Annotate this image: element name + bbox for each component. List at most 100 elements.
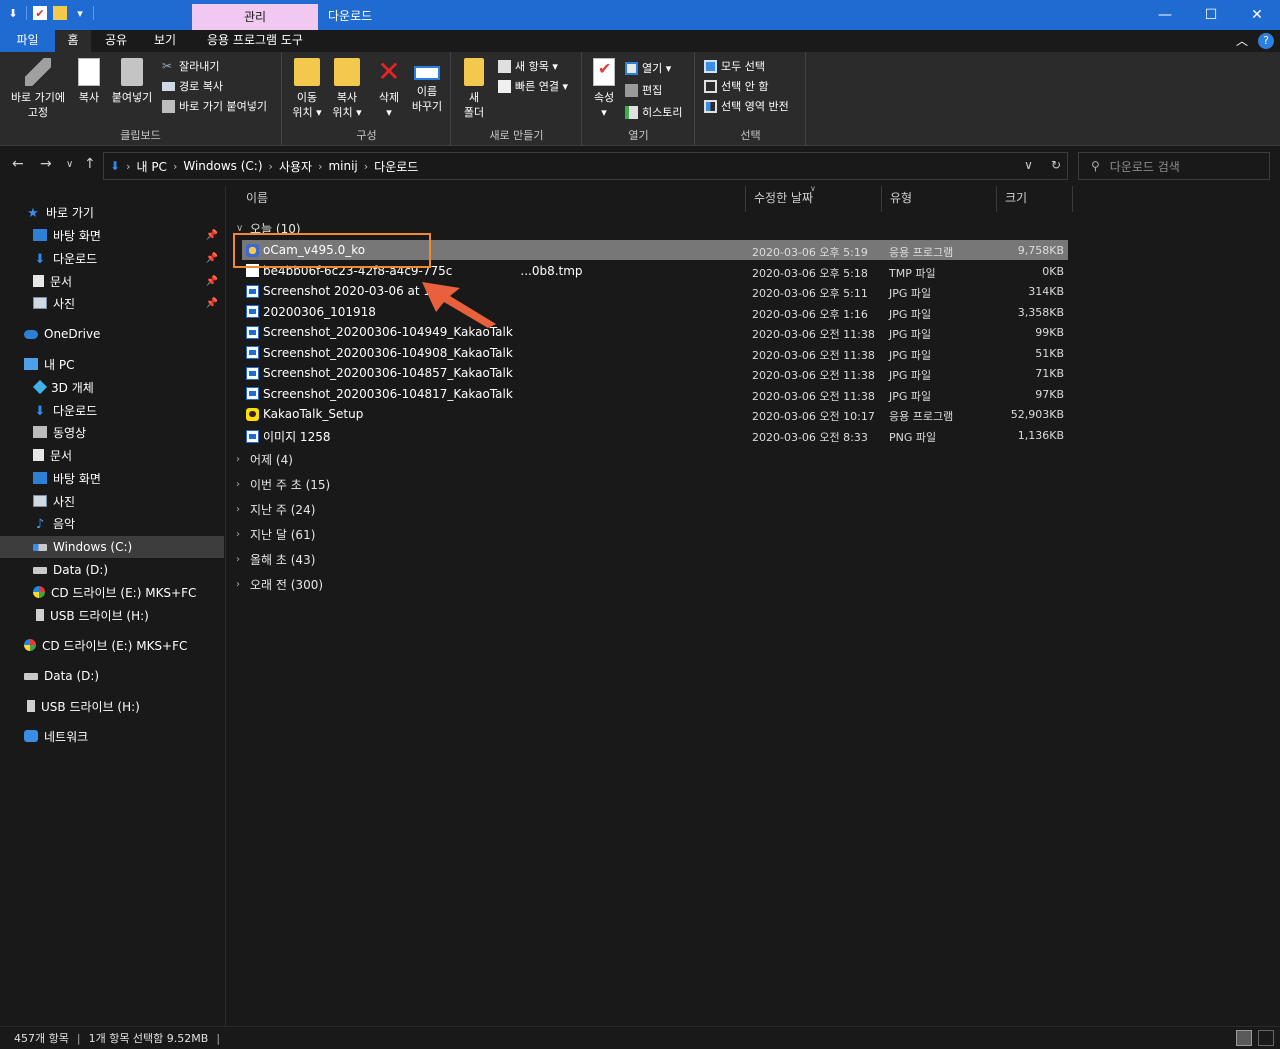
- nav-data-d[interactable]: Data (D:): [0, 665, 224, 687]
- tab-application-tools[interactable]: 응용 프로그램 도구: [197, 30, 313, 52]
- new-item-button[interactable]: 새 항목 ▾: [498, 58, 558, 74]
- rename-button[interactable]: 이름 바꾸기: [407, 58, 447, 114]
- paste-shortcut-button[interactable]: 바로 가기 붙여넣기: [162, 98, 267, 114]
- nav-pc-pictures[interactable]: 사진: [0, 490, 224, 512]
- minimize-icon[interactable]: —: [1142, 0, 1188, 30]
- nav-quick-desktop[interactable]: 바탕 화면 📌: [0, 224, 224, 246]
- easy-access-button[interactable]: 빠른 연결 ▾: [498, 78, 568, 94]
- recent-locations-chevron-icon[interactable]: ∨: [66, 159, 73, 170]
- nav-pc-usb-drive[interactable]: USB 드라이브 (H:): [0, 604, 224, 626]
- breadcrumb-windows-c[interactable]: Windows (C:): [183, 159, 262, 173]
- file-row[interactable]: Screenshot_20200306-104949_KakaoTalk 2020…: [242, 322, 1068, 342]
- tab-file[interactable]: 파일: [0, 30, 55, 52]
- collapse-ribbon-icon[interactable]: ︿: [1236, 32, 1248, 49]
- file-row[interactable]: 이미지 1258 2020-03-06 오전 8:33 PNG 파일 1,136KB: [242, 425, 1068, 445]
- column-header-name[interactable]: 이름: [238, 186, 746, 212]
- nav-onedrive[interactable]: OneDrive: [0, 323, 224, 345]
- nav-quick-pictures[interactable]: 사진 📌: [0, 292, 224, 314]
- back-arrow-icon[interactable]: ←: [12, 156, 24, 172]
- nav-pc-data-d[interactable]: Data (D:): [0, 559, 224, 581]
- group-collapsed-chevron-icon: ›: [236, 504, 240, 515]
- group-header-yesterday[interactable]: › 어제 (4): [236, 451, 293, 468]
- open-button[interactable]: 열기 ▾: [625, 60, 671, 76]
- nav-pc-desktop[interactable]: 바탕 화면: [0, 467, 224, 489]
- file-row[interactable]: Screenshot_20200306-104908_KakaoTalk 2020…: [242, 343, 1068, 363]
- nav-pc-3d-objects[interactable]: 3D 개체: [0, 376, 224, 398]
- invert-selection-button[interactable]: 선택 영역 반전: [704, 98, 789, 114]
- file-row[interactable]: KakaoTalk_Setup 2020-03-06 오전 10:17 응용 프로그…: [242, 404, 1068, 424]
- history-button[interactable]: 히스토리: [625, 104, 682, 120]
- refresh-icon[interactable]: ↻: [1051, 158, 1061, 172]
- group-header-long-ago[interactable]: › 오래 전 (300): [236, 576, 323, 593]
- help-icon[interactable]: ?: [1258, 32, 1274, 49]
- breadcrumb-this-pc[interactable]: 내 PC: [136, 158, 166, 175]
- nav-quick-documents[interactable]: 문서 📌: [0, 270, 224, 292]
- tab-view[interactable]: 보기: [143, 30, 187, 52]
- manage-context-tab[interactable]: 관리: [192, 4, 318, 30]
- column-header-type[interactable]: 유형: [882, 186, 997, 212]
- delete-button[interactable]: ✕ 삭제 ▾: [371, 58, 407, 120]
- cut-button[interactable]: ✂ 잘라내기: [162, 58, 219, 74]
- nav-network[interactable]: 네트워크: [0, 725, 224, 747]
- breadcrumb-users[interactable]: 사용자: [279, 158, 312, 175]
- properties-button[interactable]: 속성 ▾: [587, 58, 621, 120]
- group-header-last-week[interactable]: › 지난 주 (24): [236, 501, 315, 518]
- pin-quick-access-button[interactable]: 바로 가기에 고정: [6, 58, 70, 120]
- nav-label: Windows (C:): [53, 540, 133, 554]
- nav-cd-drive[interactable]: CD 드라이브 (E:) MKS+FC: [0, 634, 224, 656]
- copy-to-button[interactable]: 복사 위치 ▾: [327, 58, 367, 120]
- image-file-icon: [246, 305, 259, 318]
- nav-pc-cd-drive[interactable]: CD 드라이브 (E:) MKS+FC: [0, 581, 224, 603]
- network-icon: [24, 730, 38, 742]
- nav-pc-windows-c[interactable]: Windows (C:): [0, 536, 224, 558]
- forward-arrow-icon[interactable]: →: [40, 156, 52, 172]
- group-label: 올해 초 (43): [250, 553, 316, 567]
- group-header-last-month[interactable]: › 지난 달 (61): [236, 526, 315, 543]
- address-bar[interactable]: ⬇ › 내 PC › Windows (C:) › 사용자 › minij › …: [103, 152, 1068, 180]
- download-arrow-icon[interactable]: ⬇: [6, 6, 20, 20]
- nav-quick-access[interactable]: ★ 바로 가기: [0, 201, 224, 223]
- new-folder-icon[interactable]: [53, 6, 67, 20]
- group-collapsed-chevron-icon: ›: [236, 554, 240, 565]
- maximize-icon[interactable]: ☐: [1188, 0, 1234, 30]
- file-row[interactable]: Screenshot_20200306-104817_KakaoTalk 2020…: [242, 384, 1068, 404]
- breadcrumb-downloads[interactable]: 다운로드: [374, 158, 418, 175]
- group-header-earlier-this-year[interactable]: › 올해 초 (43): [236, 551, 315, 568]
- address-history-chevron-icon[interactable]: ∨: [1024, 158, 1033, 172]
- close-icon[interactable]: ✕: [1234, 0, 1280, 30]
- file-row[interactable]: Screenshot_20200306-104857_KakaoTalk 2020…: [242, 363, 1068, 383]
- file-row[interactable]: Screenshot 2020-03-06 at 17.1 2020-03-06 …: [242, 281, 1068, 301]
- paste-shortcut-icon: [162, 99, 175, 113]
- nav-pc-videos[interactable]: 동영상: [0, 421, 224, 443]
- large-icons-view-icon[interactable]: [1258, 1030, 1274, 1046]
- column-header-size[interactable]: 크기: [997, 186, 1073, 212]
- search-box[interactable]: ⚲ 다운로드 검색: [1078, 152, 1270, 180]
- nav-this-pc[interactable]: 내 PC: [0, 353, 224, 375]
- properties-check-icon[interactable]: ✔: [33, 6, 47, 20]
- select-none-button[interactable]: 선택 안 함: [704, 78, 768, 94]
- up-arrow-icon[interactable]: ↑: [84, 156, 96, 172]
- tab-share[interactable]: 공유: [96, 30, 136, 52]
- nav-pc-documents[interactable]: 문서: [0, 444, 224, 466]
- move-to-button[interactable]: 이동 위치 ▾: [287, 58, 327, 120]
- nav-pc-downloads[interactable]: ⬇ 다운로드: [0, 399, 224, 421]
- properties-icon: [593, 58, 615, 86]
- select-all-button[interactable]: 모두 선택: [704, 58, 765, 74]
- delete-label-1: 삭제: [378, 91, 400, 104]
- paste-button[interactable]: 붙여넣기: [108, 58, 156, 105]
- nav-quick-downloads[interactable]: ⬇ 다운로드 📌: [0, 247, 224, 269]
- edit-button[interactable]: 편집: [625, 82, 662, 98]
- group-header-earlier-this-week[interactable]: › 이번 주 초 (15): [236, 476, 330, 493]
- tab-home[interactable]: 홈: [55, 30, 91, 52]
- details-view-icon[interactable]: [1236, 1030, 1252, 1046]
- new-folder-button[interactable]: 새 폴더: [458, 58, 490, 120]
- copy-button[interactable]: 복사: [74, 58, 104, 105]
- file-row[interactable]: 20200306_101918 2020-03-06 오후 1:16 JPG 파일 3…: [242, 302, 1068, 322]
- nav-usb-drive[interactable]: USB 드라이브 (H:): [0, 695, 224, 717]
- file-type: JPG 파일: [889, 307, 932, 321]
- copy-path-button[interactable]: 경로 복사: [162, 78, 223, 94]
- breadcrumb-minij[interactable]: minij: [328, 159, 357, 173]
- qat-dropdown-icon[interactable]: ▾: [73, 6, 87, 20]
- nav-pc-music[interactable]: ♪ 음악: [0, 512, 224, 534]
- copy-icon: [78, 58, 100, 86]
